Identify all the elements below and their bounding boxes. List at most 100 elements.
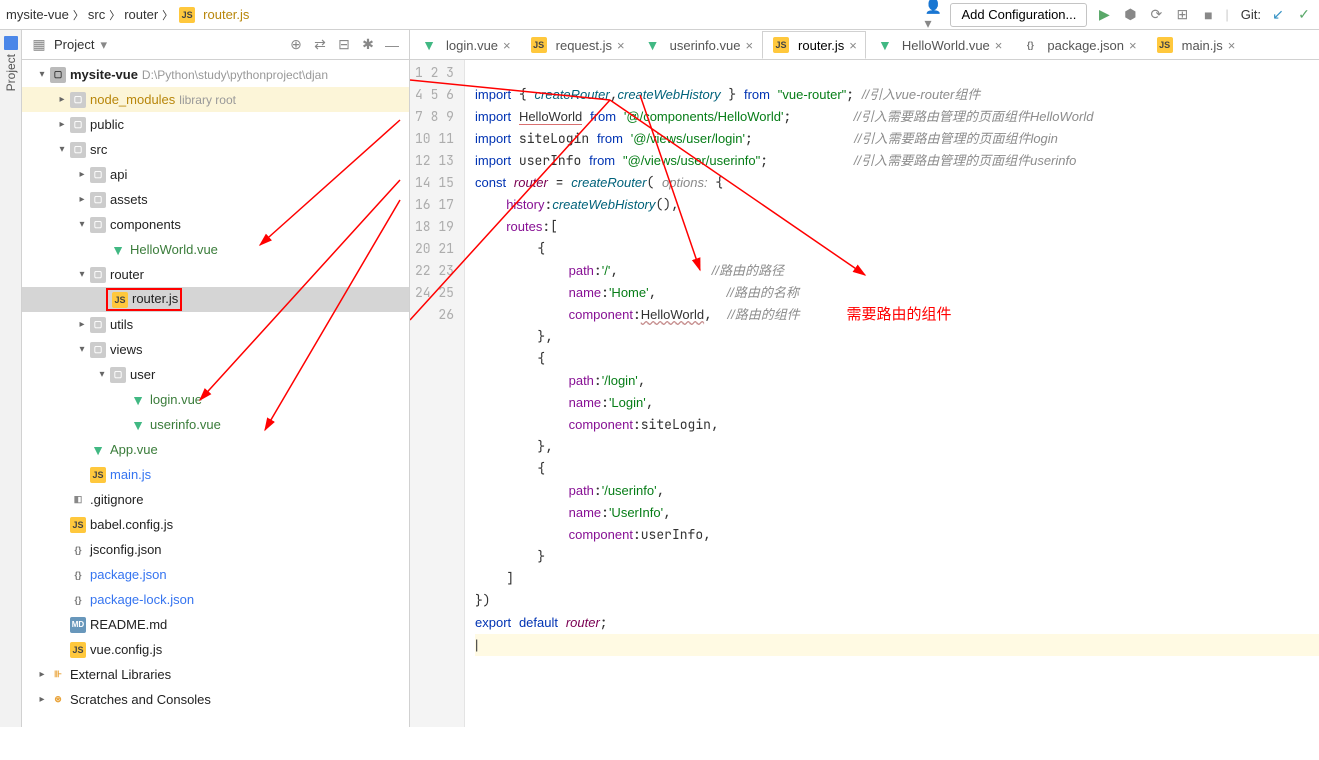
tree-item-helloworld[interactable]: ▼HelloWorld.vue [22,237,409,262]
collapse-icon[interactable]: ⊟ [335,36,353,54]
breadcrumb-item[interactable]: router [124,7,158,22]
scratches-icon: ⊛ [50,692,66,708]
tree-item[interactable]: JSbabel.config.js [22,512,409,537]
git-label: Git: [1241,7,1261,22]
tree-item[interactable]: JSvue.config.js [22,637,409,662]
tab-label: HelloWorld.vue [902,38,990,53]
json-icon: {} [70,542,86,558]
js-icon: JS [112,292,128,308]
folder-icon: ▢ [90,317,106,333]
breadcrumb-item[interactable]: src [88,7,105,22]
close-icon[interactable]: × [617,38,625,53]
project-tool-tab[interactable]: Project [0,30,22,727]
project-header: ▦ Project ▾ ⊕ ⇄ ⊟ ✱ — [22,30,409,60]
folder-icon: ▢ [50,67,66,83]
locate-icon[interactable]: ⊕ [287,36,305,54]
vue-icon: ▼ [645,37,661,53]
editor-tab[interactable]: JSrouter.js× [762,31,866,59]
tree-item[interactable]: ▾▢src [22,137,409,162]
coverage-icon[interactable]: ⟳ [1147,6,1165,24]
tree-item[interactable]: ▸▢api [22,162,409,187]
git-pull-icon[interactable]: ↙ [1269,6,1287,24]
user-icon[interactable]: 👤▾ [924,6,942,24]
editor-tab[interactable]: JSrequest.js× [520,31,634,59]
git-commit-icon[interactable]: ✓ [1295,6,1313,24]
editor-tabs: ▼login.vue×JSrequest.js×▼userinfo.vue×JS… [410,30,1319,60]
tree-item[interactable]: MDREADME.md [22,612,409,637]
editor-tab[interactable]: {}package.json× [1011,31,1145,59]
folder-icon: ▢ [90,167,106,183]
editor-area: ▼login.vue×JSrequest.js×▼userinfo.vue×JS… [410,30,1319,727]
close-icon[interactable]: × [995,38,1003,53]
profile-icon[interactable]: ⊞ [1173,6,1191,24]
tab-label: package.json [1047,38,1124,53]
tree-item[interactable]: ▸▢assets [22,187,409,212]
project-panel: ▦ Project ▾ ⊕ ⇄ ⊟ ✱ — ▾▢mysite-vueD:\Pyt… [22,30,410,727]
tree-item[interactable]: ▾▢components [22,212,409,237]
tab-label: userinfo.vue [670,38,741,53]
vue-icon: ▼ [421,37,437,53]
expand-icon[interactable]: ⇄ [311,36,329,54]
tree-item-login[interactable]: ▼login.vue [22,387,409,412]
vue-icon: ▼ [877,37,893,53]
js-icon: JS [70,642,86,658]
breadcrumb-item[interactable]: mysite-vue [6,7,69,22]
js-icon: JS [90,467,106,483]
editor-tab[interactable]: ▼ userinfo.vue × [634,31,762,59]
editor-tab[interactable]: ▼ HelloWorld.vue × [866,31,1012,59]
js-icon: JS [179,7,195,23]
tab-label: router.js [798,38,844,53]
close-icon[interactable]: × [849,38,857,53]
close-icon[interactable]: × [1228,38,1236,53]
add-configuration-button[interactable]: Add Configuration... [950,3,1087,27]
close-icon[interactable]: × [503,38,511,53]
tree-item[interactable]: JSmain.js [22,462,409,487]
editor-tab[interactable]: ▼ login.vue × [410,31,520,59]
tree-item[interactable]: {}package-lock.json [22,587,409,612]
toolbar-right: 👤▾ Add Configuration... ▶ ⬢ ⟳ ⊞ ■ | Git:… [924,3,1313,27]
js-icon: JS [70,517,86,533]
tab-label: login.vue [446,38,498,53]
tree-item[interactable]: ▸▢public [22,112,409,137]
close-icon[interactable]: × [745,38,753,53]
tree-item[interactable]: ▾▢router [22,262,409,287]
hide-icon[interactable]: — [383,36,401,54]
library-icon: ⊪ [50,667,66,683]
tree-item[interactable]: ▼App.vue [22,437,409,462]
tree-item[interactable]: ▾▢user [22,362,409,387]
tree-item[interactable]: {}jsconfig.json [22,537,409,562]
run-icon[interactable]: ▶ [1095,6,1113,24]
json-icon: {} [70,567,86,583]
top-bar: mysite-vue〉 src〉 router〉 JS router.js 👤▾… [0,0,1319,30]
code-editor[interactable]: import { createRouter,createWebHistory }… [465,60,1319,727]
project-dropdown-icon[interactable]: ▦ [30,36,48,54]
tab-label: request.js [556,38,612,53]
tree-root[interactable]: ▾▢mysite-vueD:\Python\study\pythonprojec… [22,62,409,87]
json-icon: {} [70,592,86,608]
stop-icon[interactable]: ■ [1199,6,1217,24]
folder-icon: ▢ [90,267,106,283]
tree-item[interactable]: ▸▢node_moduleslibrary root [22,87,409,112]
tree-item-userinfo[interactable]: ▼userinfo.vue [22,412,409,437]
folder-icon: ▢ [90,192,106,208]
tree-item-routerjs[interactable]: JSrouter.js [22,287,409,312]
breadcrumb-item[interactable]: router.js [203,7,249,22]
project-icon [4,36,18,50]
tree-item[interactable]: ▾▢views [22,337,409,362]
breadcrumbs[interactable]: mysite-vue〉 src〉 router〉 JS router.js [6,7,249,23]
project-tree[interactable]: ▾▢mysite-vueD:\Python\study\pythonprojec… [22,60,409,727]
editor-tab[interactable]: JSmain.js× [1146,31,1245,59]
folder-icon: ▢ [70,117,86,133]
folder-icon: ▢ [70,142,86,158]
vue-icon: ▼ [130,417,146,433]
settings-icon[interactable]: ✱ [359,36,377,54]
tree-scratches[interactable]: ▸⊛Scratches and Consoles [22,687,409,712]
tree-item[interactable]: ◧.gitignore [22,487,409,512]
folder-icon: ▢ [90,342,106,358]
md-icon: MD [70,617,86,633]
debug-icon[interactable]: ⬢ [1121,6,1139,24]
tree-item[interactable]: ▸▢utils [22,312,409,337]
tree-item[interactable]: {}package.json [22,562,409,587]
close-icon[interactable]: × [1129,38,1137,53]
tree-external[interactable]: ▸⊪External Libraries [22,662,409,687]
